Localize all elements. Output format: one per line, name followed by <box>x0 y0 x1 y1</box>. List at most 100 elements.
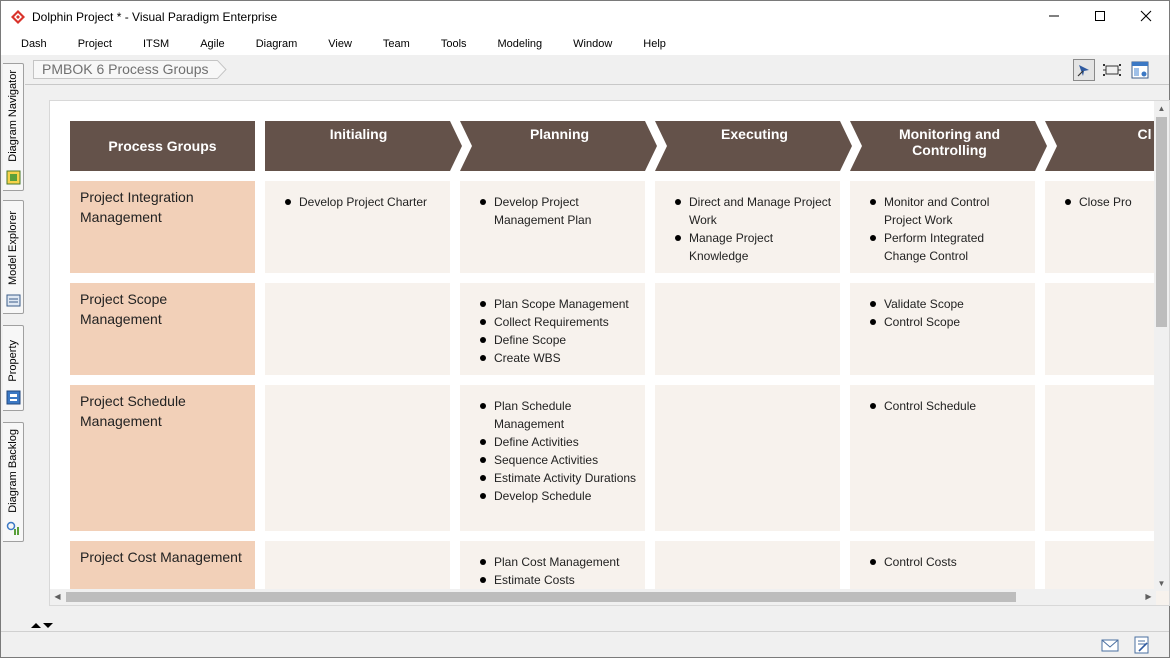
status-bar <box>1 631 1169 657</box>
fit-to-window-icon <box>1103 64 1121 76</box>
header-cl[interactable]: Cl <box>1045 121 1169 171</box>
matrix-cell[interactable] <box>655 283 840 375</box>
header-label: Process Groups <box>108 138 217 154</box>
matrix-cell[interactable]: Plan Scope Management Collect Requirement… <box>460 283 645 375</box>
matrix-cell[interactable] <box>265 385 450 531</box>
scroll-down-icon[interactable]: ▼ <box>1154 576 1169 591</box>
process-item[interactable]: Manage Project Knowledge <box>673 229 832 265</box>
menu-agile[interactable]: Agile <box>198 38 235 50</box>
minimize-button[interactable] <box>1031 1 1077 31</box>
process-item[interactable]: Control Costs <box>868 553 1027 571</box>
process-groups-matrix: Process Groups Initialing Planning Executin… <box>70 121 1169 605</box>
dock-tab-model-explorer[interactable]: Model Explorer <box>3 200 24 314</box>
menu-dash[interactable]: Dash <box>19 38 58 50</box>
row-label[interactable]: Project Schedule Management <box>70 385 255 531</box>
menu-bar: Dash Project ITSM Agile Diagram View Team Tools… <box>1 33 1169 55</box>
maximize-button[interactable] <box>1077 1 1123 31</box>
matrix-cell[interactable] <box>1045 283 1169 375</box>
breadcrumb[interactable]: PMBOK 6 Process Groups <box>33 60 227 79</box>
scroll-left-icon[interactable]: ◀ <box>50 589 65 604</box>
process-item[interactable]: Create WBS <box>478 349 637 367</box>
menu-view[interactable]: View <box>326 38 363 50</box>
pin-button[interactable] <box>1073 59 1095 81</box>
mail-icon[interactable] <box>1101 636 1119 654</box>
process-item[interactable]: Define Scope <box>478 331 637 349</box>
menu-modeling[interactable]: Modeling <box>496 38 554 50</box>
process-item[interactable]: Sequence Activities <box>478 451 637 469</box>
horizontal-scrollbar[interactable]: ◀ ▶ <box>50 589 1156 605</box>
matrix-cell[interactable]: Monitor and Control Project Work Perform … <box>850 181 1035 273</box>
layout-button[interactable] <box>1129 59 1151 81</box>
matrix-cell[interactable]: Develop Project Management Plan <box>460 181 645 273</box>
process-item[interactable]: Develop Schedule <box>478 487 637 505</box>
matrix-cell[interactable]: Close Pro <box>1045 181 1169 273</box>
process-list: Plan Schedule Management Define Activitie… <box>478 397 637 505</box>
process-item[interactable]: Define Activities <box>478 433 637 451</box>
matrix-cell[interactable]: Control Schedule <box>850 385 1035 531</box>
menu-help[interactable]: Help <box>641 38 677 50</box>
process-item[interactable]: Validate Scope <box>868 295 1027 313</box>
process-item[interactable]: Direct and Manage Project Work <box>673 193 832 229</box>
process-item[interactable]: Control Schedule <box>868 397 1027 415</box>
process-item[interactable]: Estimate Activity Durations <box>478 469 637 487</box>
header-initialing[interactable]: Initialing <box>265 121 462 171</box>
row-label[interactable]: Project Scope Management <box>70 283 255 375</box>
process-item[interactable]: Plan Schedule Management <box>478 397 637 433</box>
header-planning[interactable]: Planning <box>460 121 657 171</box>
layout-icon <box>1131 61 1149 79</box>
header-label: Planning <box>529 126 590 142</box>
dock-tab-diagram-navigator[interactable]: Diagram Navigator <box>3 63 24 191</box>
diagram-navigator-icon <box>6 170 21 185</box>
fit-to-window-button[interactable] <box>1101 59 1123 81</box>
header-monitoring-and-controlling[interactable]: Monitoring and Controlling <box>850 121 1047 171</box>
process-item[interactable]: Control Scope <box>868 313 1027 331</box>
process-list: Develop Project Charter <box>283 193 442 211</box>
matrix-cell[interactable]: Plan Schedule Management Define Activitie… <box>460 385 645 531</box>
horizontal-scroll-thumb[interactable] <box>66 592 1016 602</box>
diagram-tool-icons <box>1073 59 1151 81</box>
scroll-up-icon[interactable]: ▲ <box>1154 101 1169 116</box>
header-label: Initialing <box>329 126 388 142</box>
process-item[interactable]: Plan Cost Management <box>478 553 637 571</box>
scroll-right-icon[interactable]: ▶ <box>1141 589 1156 604</box>
menu-team[interactable]: Team <box>381 38 421 50</box>
menu-diagram[interactable]: Diagram <box>254 38 309 50</box>
model-explorer-icon <box>6 294 21 307</box>
process-item[interactable]: Estimate Costs <box>478 571 637 589</box>
matrix-cell[interactable]: Validate Scope Control Scope <box>850 283 1035 375</box>
header-process-groups[interactable]: Process Groups <box>70 121 255 171</box>
matrix-cell[interactable]: Direct and Manage Project Work Manage Pro… <box>655 181 840 273</box>
process-item[interactable]: Plan Scope Management <box>478 295 637 313</box>
process-item[interactable]: Collect Requirements <box>478 313 637 331</box>
status-icons <box>1101 636 1151 654</box>
dock-tab-property[interactable]: Property <box>3 325 24 411</box>
matrix-cell[interactable] <box>265 283 450 375</box>
menu-window[interactable]: Window <box>571 38 623 50</box>
menu-itsm[interactable]: ITSM <box>141 38 180 50</box>
dock-tab-label: Diagram Navigator <box>7 70 19 162</box>
process-list: Monitor and Control Project Work Perform … <box>868 193 1027 265</box>
matrix-cell[interactable] <box>655 385 840 531</box>
menu-tools[interactable]: Tools <box>439 38 478 50</box>
process-item[interactable]: Perform Integrated Change Control <box>868 229 1027 265</box>
matrix-cell[interactable] <box>1045 385 1169 531</box>
dock-tab-diagram-backlog[interactable]: Diagram Backlog <box>3 422 24 542</box>
header-executing[interactable]: Executing <box>655 121 852 171</box>
left-dock: Diagram Navigator Model Explorer Propert… <box>1 57 25 631</box>
process-item[interactable]: Monitor and Control Project Work <box>868 193 1027 229</box>
process-item[interactable]: Develop Project Management Plan <box>478 193 637 229</box>
matrix-cell[interactable]: Develop Project Charter <box>265 181 450 273</box>
vertical-scroll-thumb[interactable] <box>1156 117 1167 327</box>
diagram-canvas[interactable]: Process Groups Initialing Planning Executin… <box>49 100 1170 606</box>
close-button[interactable] <box>1123 1 1169 31</box>
panel-expand-icon[interactable] <box>29 620 59 630</box>
menu-project[interactable]: Project <box>76 38 123 50</box>
process-item[interactable]: Develop Project Charter <box>283 193 442 211</box>
close-icon <box>1140 10 1152 22</box>
process-list: Direct and Manage Project Work Manage Pro… <box>673 193 832 265</box>
breadcrumb-item[interactable]: PMBOK 6 Process Groups <box>33 60 217 79</box>
vertical-scrollbar[interactable]: ▲ ▼ <box>1154 101 1169 591</box>
edit-note-icon[interactable] <box>1133 636 1151 654</box>
app-logo-icon <box>11 10 25 24</box>
row-label[interactable]: Project Integration Management <box>70 181 255 273</box>
